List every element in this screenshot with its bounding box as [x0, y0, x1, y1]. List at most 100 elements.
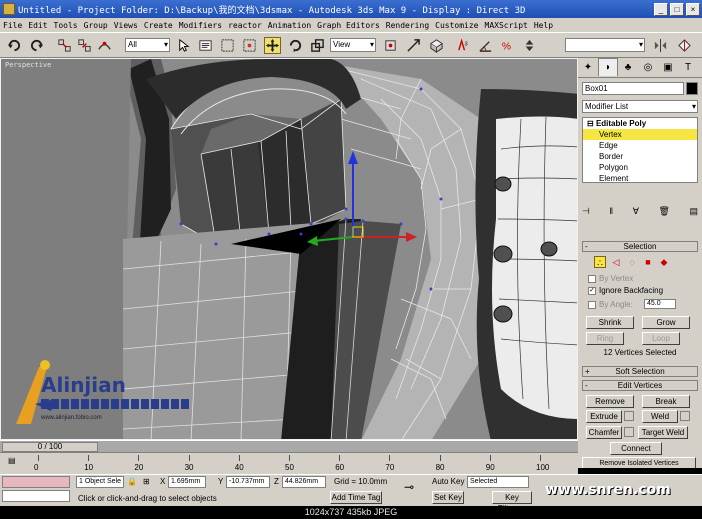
selection-filter-dropdown[interactable]: All	[125, 38, 170, 52]
border-level-icon[interactable]: ◌	[626, 256, 638, 268]
align-icon[interactable]	[676, 37, 693, 54]
mirror-icon[interactable]	[652, 37, 669, 54]
grow-button[interactable]: Grow	[642, 316, 690, 329]
element-level-icon[interactable]: ◆	[658, 256, 670, 268]
menu-tools[interactable]: Tools	[54, 21, 78, 30]
object-color-swatch[interactable]	[686, 82, 698, 95]
modify-tab-icon[interactable]: ◗	[598, 58, 618, 76]
menu-help[interactable]: Help	[534, 21, 553, 30]
menu-graph-editors[interactable]: Graph Editors	[317, 21, 380, 30]
absolute-mode-icon[interactable]: ⊞	[143, 477, 150, 486]
remove-button[interactable]: Remove	[586, 395, 634, 408]
menu-file[interactable]: File	[3, 21, 22, 30]
auto-key-label[interactable]: Auto Key	[432, 477, 464, 486]
target-weld-button[interactable]: Target Weld	[638, 426, 688, 439]
weld-button[interactable]: Weld	[642, 410, 678, 423]
select-object-icon[interactable]	[175, 37, 192, 54]
modifier-stack[interactable]: ⊟ Editable Poly Vertex Edge Border Polyg…	[582, 117, 698, 183]
chamfer-button[interactable]: Chamfer	[586, 426, 622, 439]
window-crossing-icon[interactable]	[241, 37, 258, 54]
display-tab-icon[interactable]: ▣	[658, 58, 678, 76]
minimize-button[interactable]: _	[654, 2, 668, 16]
lock-selection-icon[interactable]: 🔒	[127, 477, 137, 486]
selection-rollout-header[interactable]: - Selection	[582, 241, 698, 252]
menu-modifiers[interactable]: Modifiers	[179, 21, 222, 30]
shrink-button[interactable]: Shrink	[586, 316, 634, 329]
add-time-tag-button[interactable]: Add Time Tag	[330, 491, 382, 504]
configure-sets-icon[interactable]: ▤	[689, 206, 698, 220]
menu-reactor[interactable]: reactor	[228, 21, 262, 30]
select-by-name-icon[interactable]	[197, 37, 214, 54]
select-and-move-icon[interactable]	[264, 37, 281, 54]
maxscript-output-field[interactable]	[2, 490, 70, 502]
stack-item-edge[interactable]: Edge	[583, 140, 697, 151]
unlink-selection-icon[interactable]	[76, 37, 93, 54]
show-end-result-icon[interactable]: ‖	[609, 206, 613, 220]
x-coordinate-field[interactable]: 1.695mm	[168, 476, 206, 488]
edit-vertices-rollout-header[interactable]: - Edit Vertices	[582, 380, 698, 391]
maximize-button[interactable]: □	[670, 2, 684, 16]
track-bar[interactable]: ▤ 0 10 20 30 40 50 60 70 80 90 100	[0, 452, 578, 474]
pin-stack-icon[interactable]: ⊣	[582, 206, 590, 220]
menu-views[interactable]: Views	[114, 21, 138, 30]
by-vertex-checkbox[interactable]: By Vertex	[588, 274, 633, 283]
set-key-mode-icon[interactable]: ⊸	[404, 480, 414, 494]
snaps-toggle-icon[interactable]: 3	[455, 37, 472, 54]
loop-button[interactable]: Loop	[642, 332, 680, 345]
perspective-viewport[interactable]: Perspective Alinjian www.alinjian.fobio.…	[0, 58, 578, 440]
select-and-link-icon[interactable]	[56, 37, 73, 54]
menu-customize[interactable]: Customize	[435, 21, 478, 30]
remove-isolated-vertices-button[interactable]: Remove Isolated Vertices	[582, 457, 696, 468]
reference-coordinate-dropdown[interactable]: View	[330, 38, 376, 52]
menu-create[interactable]: Create	[144, 21, 173, 30]
select-and-scale-icon[interactable]	[309, 37, 326, 54]
vertex-level-icon[interactable]: ∴	[594, 256, 606, 268]
object-name-field[interactable]: Box01	[582, 82, 684, 95]
edge-level-icon[interactable]: ◁	[610, 256, 622, 268]
use-pivot-point-center-icon[interactable]	[382, 37, 399, 54]
weld-settings-button[interactable]	[680, 411, 690, 421]
menu-rendering[interactable]: Rendering	[386, 21, 429, 30]
undo-icon[interactable]	[6, 37, 23, 54]
percent-snap-toggle-icon[interactable]: %	[499, 37, 516, 54]
bind-to-space-warp-icon[interactable]	[96, 37, 113, 54]
break-button[interactable]: Break	[642, 395, 690, 408]
utilities-tab-icon[interactable]: T	[678, 58, 698, 76]
menu-animation[interactable]: Animation	[268, 21, 311, 30]
hierarchy-tab-icon[interactable]: ♣	[618, 58, 638, 76]
chamfer-settings-button[interactable]	[624, 427, 634, 437]
stack-item-polygon[interactable]: Polygon	[583, 162, 697, 173]
time-slider[interactable]: 0 / 100	[2, 442, 98, 452]
ring-button[interactable]: Ring	[586, 332, 624, 345]
key-filters-button[interactable]: Key Filters...	[492, 491, 532, 513]
y-coordinate-field[interactable]: -10.737mm	[226, 476, 270, 488]
named-selection-sets-dropdown[interactable]	[565, 38, 645, 52]
extrude-settings-button[interactable]	[624, 411, 634, 421]
stack-editable-poly[interactable]: ⊟ Editable Poly	[583, 118, 697, 129]
make-unique-icon[interactable]: ∀	[633, 206, 639, 220]
rectangular-selection-region-icon[interactable]	[219, 37, 236, 54]
key-mode-dropdown[interactable]: Selected	[467, 476, 529, 488]
extrude-button[interactable]: Extrude	[586, 410, 622, 423]
ignore-backfacing-checkbox[interactable]: ✓ Ignore Backfacing	[588, 286, 663, 295]
track-bar-icon[interactable]: ▤	[8, 456, 16, 465]
soft-selection-rollout-header[interactable]: + Soft Selection	[582, 366, 698, 377]
motion-tab-icon[interactable]: ◎	[638, 58, 658, 76]
create-tab-icon[interactable]: ✦	[578, 58, 598, 76]
stack-item-element[interactable]: Element	[583, 173, 697, 184]
time-slider-bar[interactable]: 0 / 100	[0, 440, 578, 452]
close-button[interactable]: ×	[686, 2, 700, 16]
set-key-button[interactable]: Set Key	[432, 491, 464, 504]
menu-group[interactable]: Group	[84, 21, 108, 30]
stack-item-border[interactable]: Border	[583, 151, 697, 162]
menu-maxscript[interactable]: MAXScript	[485, 21, 528, 30]
menu-edit[interactable]: Edit	[28, 21, 47, 30]
keyboard-shortcut-override-icon[interactable]	[428, 37, 445, 54]
by-angle-checkbox[interactable]: By Angle:	[588, 300, 633, 309]
connect-button[interactable]: Connect	[610, 442, 662, 455]
by-angle-spinner[interactable]: 45.0	[644, 299, 676, 309]
maxscript-listener-field[interactable]	[2, 476, 70, 488]
z-coordinate-field[interactable]: 44.826mm	[282, 476, 326, 488]
stack-item-vertex[interactable]: Vertex	[583, 129, 697, 140]
polygon-level-icon[interactable]: ■	[642, 256, 654, 268]
